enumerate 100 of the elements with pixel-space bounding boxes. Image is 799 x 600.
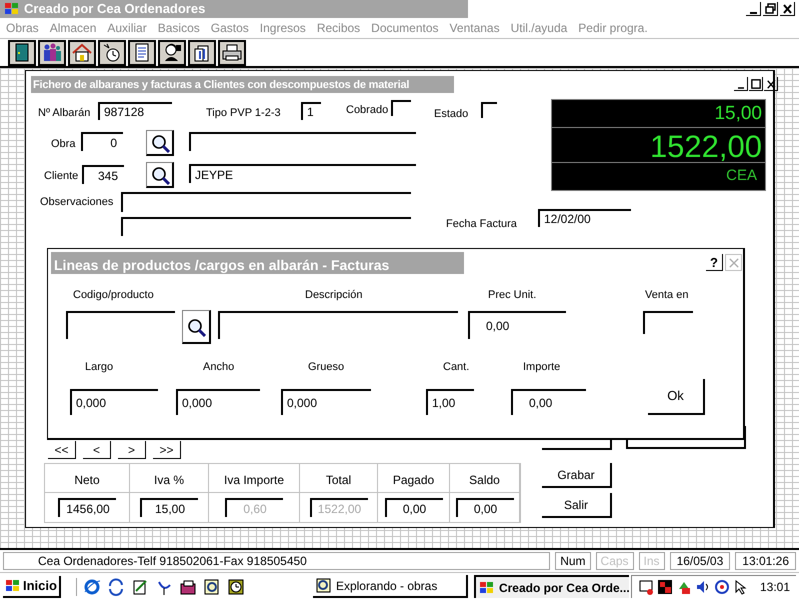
restore-button[interactable] [763, 2, 778, 16]
field-label: Ancho [203, 360, 234, 375]
field-label: Tipo PVP 1-2-3 [206, 106, 281, 121]
windows-flag-icon [4, 2, 20, 16]
input-field[interactable]: 987128 [98, 102, 172, 120]
nav-button[interactable]: < [83, 441, 111, 459]
window-title: Fichero de albaranes y facturas a Clientes con descompuestos de material [33, 78, 410, 93]
field-label: Grueso [308, 360, 344, 375]
input-field[interactable]: 0,00 [511, 389, 586, 415]
field-label: Observaciones [40, 195, 114, 210]
search-button[interactable] [146, 162, 174, 188]
window-title: Creado por Cea Ordenadores [24, 0, 206, 18]
printer-button[interactable] [218, 40, 246, 66]
input-field[interactable]: 12/02/00 [538, 209, 631, 227]
field-label: Importe [523, 360, 560, 375]
speaker-icon [694, 579, 711, 595]
nav-button[interactable]: >> [153, 441, 181, 459]
input-field[interactable]: 1,00 [426, 389, 474, 415]
form-button[interactable]: Grabar [542, 463, 612, 488]
clock-icon [226, 578, 245, 596]
windows-flag-icon [5, 578, 21, 592]
document-button[interactable] [128, 40, 156, 66]
ok-button[interactable]: Ok [648, 379, 705, 415]
field-label: Cant. [443, 360, 470, 375]
search-icon [150, 164, 170, 184]
printer-icon [221, 42, 243, 63]
input-field[interactable]: 345 [82, 165, 124, 184]
display-value: 15,00 [552, 100, 765, 128]
house-icon [71, 42, 93, 63]
status-indicator: Ins [638, 552, 665, 570]
input-field[interactable]: 1456,00 [58, 498, 116, 517]
house-button[interactable] [68, 40, 96, 66]
clock: 13:01 [760, 579, 790, 596]
column-header: Total [300, 464, 378, 492]
column-header: Iva Importe [209, 464, 300, 492]
search-button[interactable] [182, 310, 211, 344]
people-icon [41, 42, 63, 63]
field-label: Cliente [44, 169, 78, 184]
nav-button[interactable]: > [118, 441, 146, 459]
field-label: Prec Unit. [488, 288, 536, 303]
input-field[interactable]: 0,000 [176, 389, 260, 415]
field-label: Obra [51, 137, 76, 152]
nav-button[interactable]: << [48, 441, 76, 459]
close-button[interactable] [764, 77, 778, 91]
search-button[interactable] [146, 130, 174, 156]
field-label: Codigo/producto [73, 288, 154, 303]
minimize-button[interactable] [734, 77, 748, 91]
people-button[interactable] [38, 40, 66, 66]
dialog-title: Lineas de productos /cargos en albarán - Facturas [54, 256, 390, 275]
column-header: Iva % [130, 464, 209, 492]
field-label: Fecha Factura [446, 217, 517, 232]
maximize-button[interactable] [749, 77, 763, 91]
windows-flag-icon [478, 580, 495, 596]
status-date: 16/05/03 [670, 552, 730, 570]
chart-icon [656, 579, 673, 595]
close-icon [780, 2, 794, 15]
column-header: Saldo [450, 464, 520, 492]
search-icon [186, 316, 206, 336]
maximize-icon [750, 78, 762, 90]
display-label: CEA [725, 166, 758, 186]
sync-icon [106, 578, 125, 596]
status-time: 13:01:26 [735, 552, 796, 570]
input-field[interactable]: 15,00 [140, 498, 198, 517]
folder-icon [178, 578, 197, 596]
field-label: Estado [434, 107, 468, 122]
search-icon [150, 132, 170, 152]
stopwatch-button[interactable] [98, 40, 126, 66]
status-indicator: Num [555, 552, 591, 570]
input-field: 1522,00 [310, 498, 368, 517]
column-header: Neto [45, 464, 130, 492]
field-label: Venta en [645, 288, 688, 303]
minimize-icon [738, 86, 744, 88]
field-label: Descripción [305, 288, 362, 303]
field-label: Cobrado [346, 103, 388, 118]
input-field[interactable]: JEYPE [189, 164, 416, 183]
input-field[interactable]: 0 [81, 132, 123, 151]
cursor-icon [732, 579, 749, 595]
close-button[interactable] [780, 2, 795, 16]
file-stack-button[interactable] [188, 40, 216, 66]
input-field[interactable]: 0,00 [384, 498, 442, 517]
column-header: Pagado [378, 464, 450, 492]
person-button[interactable] [158, 40, 186, 66]
input-field[interactable]: 0,00 [456, 498, 514, 517]
taskbar-button[interactable]: Creado por Cea Orde... [474, 575, 629, 598]
field-label: Nº Albarán [38, 106, 90, 121]
form-button[interactable]: Salir [542, 493, 612, 518]
field-label: Largo [85, 360, 114, 375]
display-total: 1522,00 [552, 130, 765, 163]
status-indicator: Caps [596, 552, 634, 570]
input-field[interactable]: 1 [301, 102, 321, 120]
taskbar-button[interactable]: Explorando - obras [312, 575, 468, 598]
help-button[interactable]: ? [706, 254, 723, 271]
input-field[interactable]: 0,00 [468, 311, 566, 339]
door-button[interactable] [8, 40, 36, 66]
status-text: Cea Ordenadores-Telf 918502061-Fax 918505450 [3, 552, 550, 570]
input-field[interactable]: 0,000 [281, 389, 371, 415]
notepad-icon [130, 578, 149, 596]
minimize-button[interactable] [746, 2, 761, 16]
start-button[interactable]: Inicio [3, 576, 61, 598]
input-field[interactable]: 0,000 [70, 389, 158, 415]
